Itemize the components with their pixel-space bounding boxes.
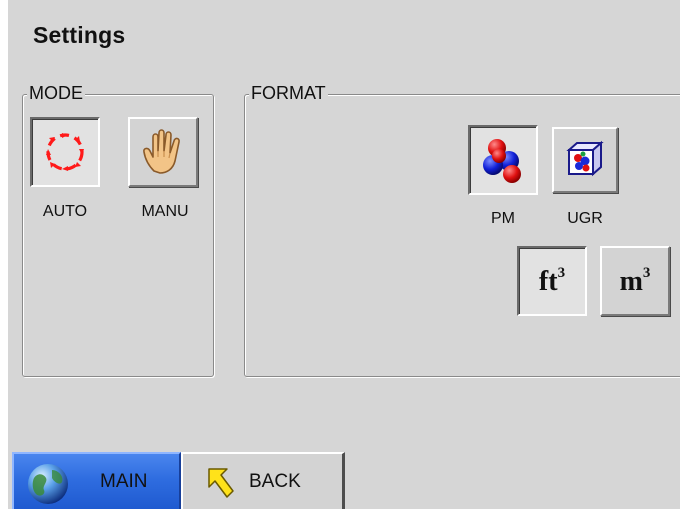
particle-cube-icon bbox=[566, 140, 604, 177]
hand-icon bbox=[143, 129, 180, 174]
ugr-format-label: UGR bbox=[567, 210, 603, 227]
manual-mode-button[interactable] bbox=[128, 117, 198, 187]
auto-cycle-icon bbox=[46, 133, 84, 171]
manual-mode-label: MANU bbox=[141, 203, 189, 220]
m3-unit-label: m3 bbox=[619, 265, 651, 297]
auto-mode-button[interactable] bbox=[30, 117, 100, 187]
ft3-unit-button[interactable]: ft3 bbox=[517, 246, 587, 316]
ugr-format-button[interactable] bbox=[552, 127, 618, 193]
pm-format-label: PM bbox=[491, 210, 515, 227]
main-tab-button[interactable]: MAIN bbox=[12, 452, 181, 509]
particles-icon bbox=[483, 139, 521, 183]
main-tab-label: MAIN bbox=[100, 470, 148, 492]
auto-mode-label: AUTO bbox=[42, 203, 88, 220]
pm-format-button[interactable] bbox=[468, 125, 538, 195]
ft3-unit-label: ft3 bbox=[538, 265, 566, 297]
m3-unit-button[interactable]: m3 bbox=[600, 246, 670, 316]
back-tab-button[interactable]: BACK bbox=[181, 452, 345, 509]
settings-screen: Settings MODE AUTO MANU FORMAT PM UGR ft… bbox=[8, 0, 680, 509]
back-arrow-icon bbox=[208, 467, 234, 498]
mode-group-title: MODE bbox=[27, 83, 85, 103]
back-tab-label: BACK bbox=[249, 470, 301, 492]
format-group-title: FORMAT bbox=[249, 83, 328, 103]
globe-icon bbox=[28, 463, 68, 504]
page-title: Settings bbox=[33, 22, 126, 48]
